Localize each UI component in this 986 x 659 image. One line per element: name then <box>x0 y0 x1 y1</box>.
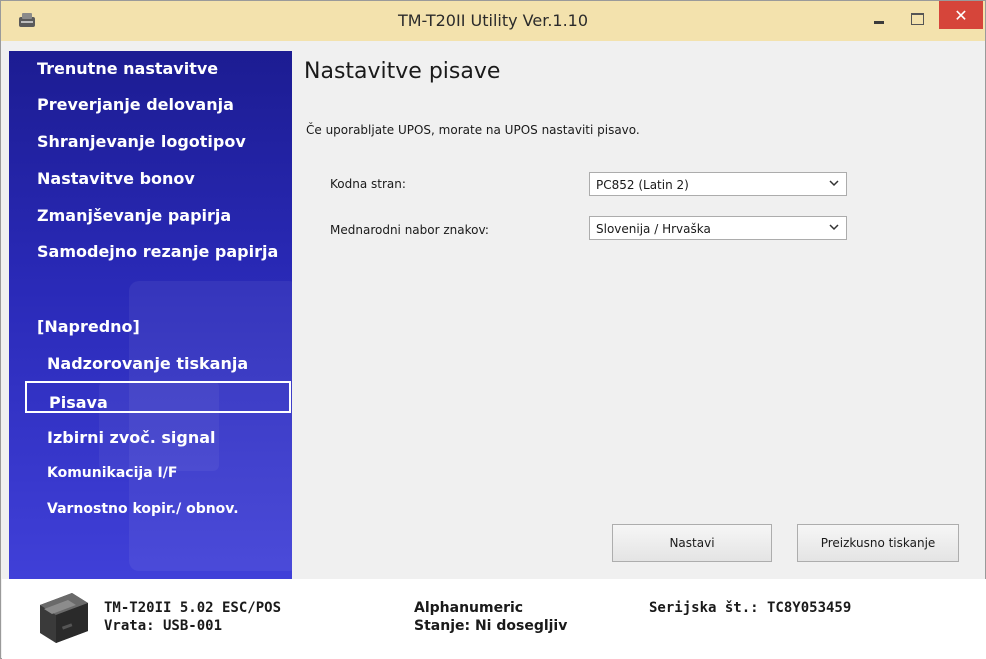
sidebar-item-backup-restore[interactable]: Varnostno kopir./ obnov. <box>47 501 239 517</box>
upos-info-text: Če uporabljate UPOS, morate na UPOS nast… <box>306 123 640 137</box>
sidebar-item-operation-check[interactable]: Preverjanje delovanja <box>37 95 234 114</box>
printer-status: Stanje: Ni dosegljiv <box>414 618 568 634</box>
sidebar-item-receipt-settings[interactable]: Nastavitve bonov <box>37 169 195 188</box>
sidebar-item-print-control[interactable]: Nadzorovanje tiskanja <box>47 354 248 373</box>
title-bar[interactable]: TM-T20II Utility Ver.1.10 ✕ <box>1 1 985 41</box>
sidebar-item-logo-storage[interactable]: Shranjevanje logotipov <box>37 132 246 151</box>
sidebar-item-interface[interactable]: Komunikacija I/F <box>47 465 177 481</box>
app-window: TM-T20II Utility Ver.1.10 ✕ Trenutne nas… <box>0 0 986 659</box>
maximize-button[interactable] <box>903 7 931 31</box>
serial-number: Serijska št.: TC8Y053459 <box>649 600 852 616</box>
sidebar-item-font[interactable]: Pisava <box>49 393 108 412</box>
printer-icon <box>40 593 88 643</box>
minimize-button[interactable] <box>865 7 893 31</box>
page-title: Nastavitve pisave <box>304 59 501 84</box>
charset-select[interactable]: Slovenija / Hrvaška <box>589 216 847 240</box>
chevron-down-icon <box>829 180 839 187</box>
code-page-label: Kodna stran: <box>330 177 406 191</box>
sidebar-item-buzzer[interactable]: Izbirni zvoč. signal <box>47 428 216 447</box>
apply-button[interactable]: Nastavi <box>612 524 772 562</box>
code-page-value: PC852 (Latin 2) <box>596 178 689 192</box>
status-footer: TM-T20II 5.02 ESC/POS Vrata: USB-001 Alp… <box>2 579 986 659</box>
maximize-icon <box>910 13 924 25</box>
charset-value: Slovenija / Hrvaška <box>596 222 711 236</box>
sidebar-advanced-header: [Napredno] <box>37 317 140 336</box>
printer-port: Vrata: USB-001 <box>104 618 223 634</box>
test-print-button[interactable]: Preizkusno tiskanje <box>797 524 959 562</box>
printer-mode: Alphanumeric <box>414 600 524 616</box>
sidebar-item-current-settings[interactable]: Trenutne nastavitve <box>37 59 218 78</box>
main-panel: Nastavitve pisave Če uporabljate UPOS, m… <box>292 51 959 579</box>
close-icon: ✕ <box>954 5 968 25</box>
printer-model: TM-T20II 5.02 ESC/POS <box>104 600 282 616</box>
charset-label: Mednarodni nabor znakov: <box>330 223 489 237</box>
sidebar-item-auto-cut[interactable]: Samodejno rezanje papirja <box>37 242 278 261</box>
window-title: TM-T20II Utility Ver.1.10 <box>397 11 589 30</box>
code-page-select[interactable]: PC852 (Latin 2) <box>589 172 847 196</box>
chevron-down-icon <box>829 224 839 231</box>
close-button[interactable]: ✕ <box>939 1 983 29</box>
sidebar-item-paper-reduction[interactable]: Zmanjševanje papirja <box>37 206 231 225</box>
sidebar: Trenutne nastavitve Preverjanje delovanj… <box>9 51 292 579</box>
minimize-icon <box>874 20 884 24</box>
